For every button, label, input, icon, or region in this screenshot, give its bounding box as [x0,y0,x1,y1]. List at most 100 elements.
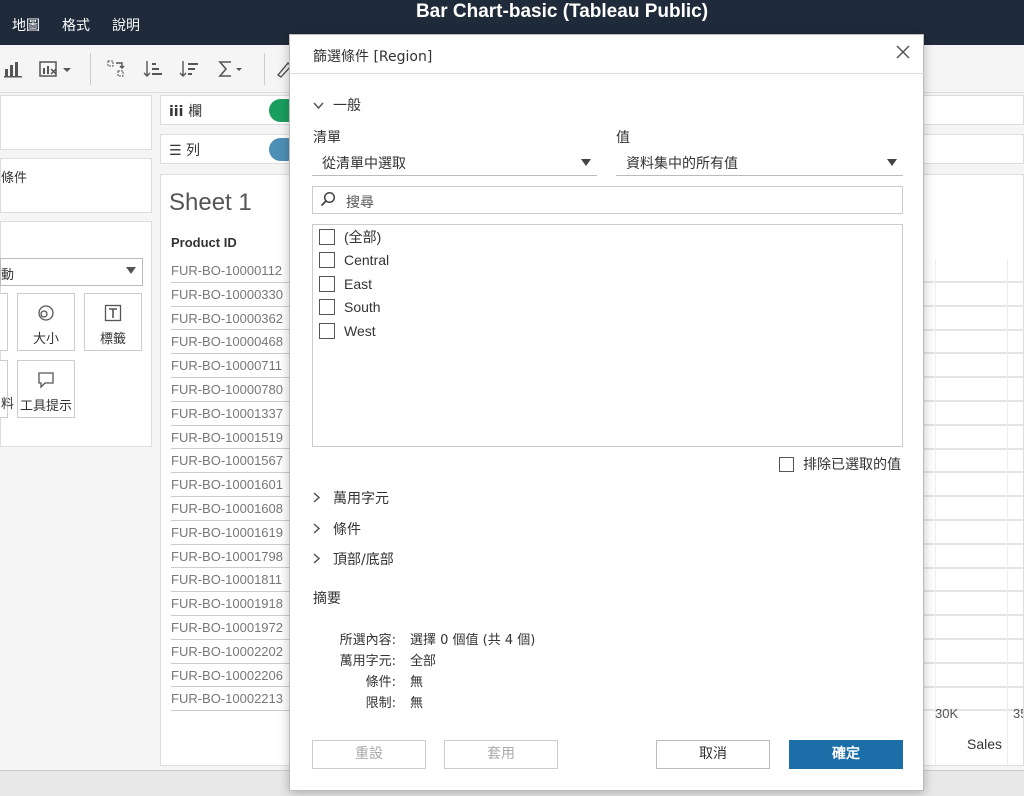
item-label: South [344,299,381,315]
exclude-selected-checkbox[interactable]: 排除已選取的值 [779,454,901,474]
table-row[interactable]: FUR-BO-10000112 [171,259,291,283]
table-row[interactable]: FUR-BO-10000362 [171,307,291,331]
show-me-chart-icon[interactable] [2,57,26,81]
table-row[interactable]: FUR-BO-10001601 [171,473,291,497]
condition-section-toggle[interactable]: 條件 [313,519,361,539]
summary-value: 無 [410,696,424,711]
summary-key: 條件: [365,675,396,690]
sort-ascending-icon[interactable] [141,57,165,81]
summary-key: 限制: [365,696,396,711]
apply-button[interactable]: 套用 [444,740,558,769]
table-row[interactable]: FUR-BO-10000780 [171,378,291,402]
tooltip-mark-button[interactable]: 工具提示 [17,360,75,418]
rows-shelf-label: ☰ 列 [169,140,200,160]
sort-descending-icon[interactable] [177,57,201,81]
table-row[interactable]: FUR-BO-10001918 [171,592,291,616]
toolbar-separator [264,53,265,85]
chevron-right-icon [313,492,327,506]
label-mark-button[interactable]: 標籤 [84,293,142,351]
table-row[interactable]: FUR-BO-10002213 [171,687,291,712]
mark-type-dropdown[interactable]: 動 [0,258,143,286]
axis-tick-label: 30K [935,706,959,721]
checkbox[interactable] [319,229,335,245]
clear-sheet-icon[interactable] [38,57,74,81]
table-row[interactable]: FUR-BO-10000468 [171,330,291,355]
tooltip-speech-icon [18,371,74,393]
table-row[interactable]: FUR-BO-10001608 [171,497,291,521]
product-id-header[interactable]: Product ID [171,235,237,250]
summary-key: 所選內容: [339,633,396,648]
list-item-central[interactable]: Central [319,249,389,271]
cancel-button[interactable]: 取消 [656,740,770,769]
product-id-list: FUR-BO-10000112 FUR-BO-10000330 FUR-BO-100… [171,259,291,712]
table-row[interactable]: FUR-BO-10002206 [171,664,291,688]
columns-icon: iii [169,104,189,120]
rows-label-text: 列 [186,143,201,159]
filters-label: 條件 [1,171,28,186]
list-mode-dropdown[interactable]: 從清單中選取 [312,148,597,176]
values-list: (全部) Central East South West [312,224,903,447]
table-row[interactable]: FUR-BO-10002202 [171,640,291,664]
list-item-east[interactable]: East [319,273,372,295]
axis-tick-label: 35 [1013,706,1023,721]
reset-button[interactable]: 重設 [312,740,426,769]
table-row[interactable]: FUR-BO-10000711 [171,354,291,378]
chevron-right-icon [313,553,327,567]
filters-card[interactable]: 條件 [0,158,152,213]
item-label: West [344,323,376,339]
dialog-title: 篩選條件 [Region] [313,49,433,65]
dialog-divider [290,73,925,74]
pages-card [0,95,152,150]
size-icon [18,304,74,326]
item-label: Central [344,252,390,268]
list-item-south[interactable]: South [319,296,381,318]
general-section-label: 一般 [333,98,361,114]
table-row[interactable]: FUR-BO-10001972 [171,616,291,640]
swap-rows-columns-icon[interactable] [104,57,128,81]
general-section-toggle[interactable]: 一般 [313,95,361,115]
table-row[interactable]: FUR-BO-10000330 [171,283,291,307]
size-label: 大小 [32,332,59,347]
axis-gridline [1007,259,1008,765]
detail-mark-button[interactable]: 料 [0,360,14,418]
mark-type-value: 動 [1,268,15,283]
axis-gridline [935,259,936,765]
values-mode-value: 資料集中的所有值 [626,156,738,172]
list-item-west[interactable]: West [319,320,376,342]
close-icon[interactable] [893,44,913,64]
ok-button[interactable]: 確定 [789,740,903,769]
chevron-down-icon [313,99,327,113]
totals-sigma-icon[interactable] [216,57,246,81]
table-row[interactable]: FUR-BO-10001519 [171,426,291,450]
label-label: 標籤 [99,332,126,347]
top-bottom-section-toggle[interactable]: 頂部/底部 [313,549,394,569]
checkbox[interactable] [319,276,335,292]
summary-value: 選擇 0 個值 (共 4 個) [410,633,536,648]
checkbox[interactable] [779,456,794,472]
chevron-right-icon [313,523,327,537]
table-row[interactable]: FUR-BO-10001337 [171,402,291,426]
wildcard-section-toggle[interactable]: 萬用字元 [313,488,389,508]
table-row[interactable]: FUR-BO-10001567 [171,449,291,474]
filter-dialog: 篩選條件 [Region] 一般 清單 從清單中選取 值 資料集中的所有值 搜尋… [289,34,925,791]
exclude-label: 排除已選取的值 [803,457,901,473]
summary-value: 全部 [410,654,437,669]
table-row[interactable]: FUR-BO-10001798 [171,545,291,569]
size-mark-button[interactable]: 大小 [17,293,75,351]
color-mark-button[interactable] [0,293,8,351]
table-row[interactable]: FUR-BO-10001619 [171,521,291,545]
list-item-all[interactable]: (全部) [319,226,381,248]
checkbox[interactable] [319,299,335,315]
checkbox[interactable] [319,252,335,268]
search-input[interactable]: 搜尋 [312,186,903,214]
chevron-down-icon [887,159,897,166]
values-mode-dropdown[interactable]: 資料集中的所有值 [616,148,903,176]
item-label: East [344,276,373,292]
sales-axis-label: Sales [967,736,1003,752]
tooltip-label: 工具提示 [19,399,72,414]
table-row[interactable]: FUR-BO-10001811 [171,568,291,593]
values-label: 值 [616,130,630,146]
app-title: Bar Chart-basic (Tableau Public) [415,1,709,22]
chevron-down-icon [581,159,591,166]
checkbox[interactable] [319,323,335,339]
